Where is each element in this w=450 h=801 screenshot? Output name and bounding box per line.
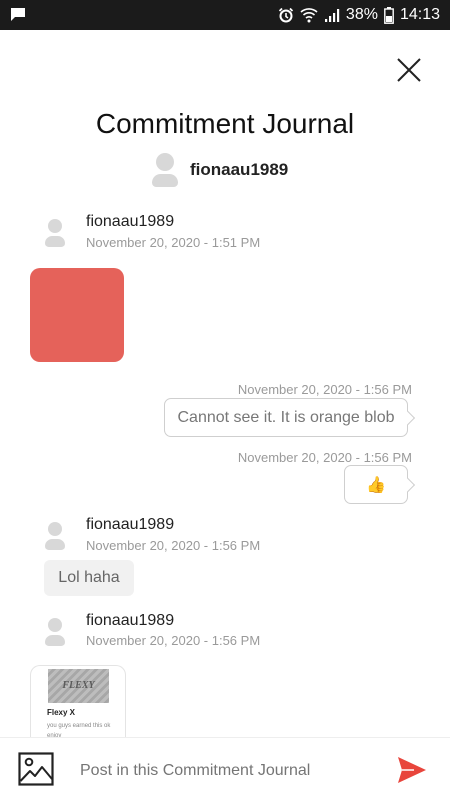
- link-preview-description: you guys earned this ok enjoy: [47, 723, 111, 738]
- clock: 14:13: [399, 6, 440, 23]
- message-author: fionaau1989: [86, 516, 175, 533]
- composer-bar: [0, 737, 450, 801]
- wifi-icon: [300, 8, 318, 23]
- incoming-message-bubble[interactable]: Lol haha: [44, 560, 134, 596]
- owner-name: fionaau1989: [190, 160, 289, 179]
- thumbs-up-emoji: 👍: [366, 476, 386, 494]
- battery-percent: 38%: [345, 6, 378, 23]
- status-bar: 38% 14:13: [0, 0, 450, 30]
- message-timestamp: November 20, 2020 - 1:51 PM: [86, 235, 261, 250]
- close-icon[interactable]: [394, 55, 424, 85]
- message-author: fionaau1989: [86, 612, 175, 629]
- link-preview-title: Flexy X: [47, 708, 76, 717]
- battery-icon: [384, 6, 394, 24]
- alarm-icon: [278, 7, 294, 23]
- image-attach-icon[interactable]: [18, 752, 54, 786]
- message-author: fionaau1989: [86, 213, 175, 230]
- outgoing-message-bubble[interactable]: Cannot see it. It is orange blob: [164, 398, 408, 437]
- chat-notification-icon: [11, 8, 25, 21]
- avatar: [44, 618, 66, 646]
- avatar: [44, 522, 66, 550]
- link-preview-card[interactable]: FLEXY Flexy X you guys earned this ok en…: [30, 665, 126, 738]
- post-input[interactable]: [80, 760, 370, 782]
- link-preview-thumbnail: FLEXY: [48, 669, 109, 703]
- thumbnail-text: FLEXY: [62, 680, 95, 691]
- shared-image[interactable]: [30, 268, 124, 362]
- avatar: [150, 153, 180, 187]
- message-text: Cannot see it. It is orange blob: [177, 408, 395, 426]
- page-title: Commitment Journal: [95, 108, 355, 139]
- outgoing-message-bubble[interactable]: 👍: [344, 465, 408, 504]
- avatar: [44, 219, 66, 247]
- send-icon[interactable]: [396, 755, 428, 785]
- message-timestamp: November 20, 2020 - 1:56 PM: [237, 382, 412, 397]
- message-timestamp: November 20, 2020 - 1:56 PM: [86, 633, 261, 648]
- message-timestamp: November 20, 2020 - 1:56 PM: [86, 538, 261, 553]
- message-timestamp: November 20, 2020 - 1:56 PM: [237, 450, 412, 465]
- status-right: 38% 14:13: [278, 0, 440, 30]
- journal-owner[interactable]: fionaau1989: [150, 150, 350, 190]
- message-text: Lol haha: [58, 569, 120, 586]
- signal-icon: [324, 8, 340, 22]
